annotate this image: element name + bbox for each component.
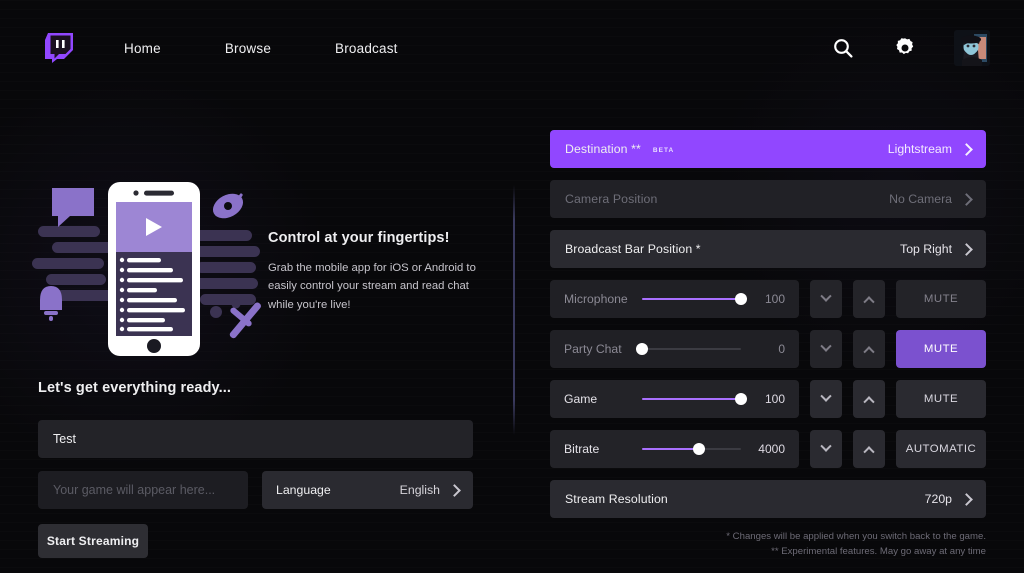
game-increase-button[interactable] [853,380,885,418]
avatar[interactable] [954,30,990,66]
slider-handle[interactable] [735,393,747,405]
chevron-up-icon [863,296,875,308]
microphone-increase-button[interactable] [853,280,885,318]
stream-title-input[interactable] [38,420,473,458]
nav-right-actions [830,20,990,76]
microphone-label: Microphone [564,292,628,306]
footnote-line-1: * Changes will be applied when you switc… [726,531,986,542]
broadcast-bar-position-row[interactable]: Broadcast Bar Position * Top Right [550,230,986,268]
party-chat-value: 0 [778,342,785,356]
beta-badge: BETA [652,146,675,154]
broadcast-bar-position-label: Broadcast Bar Position * [565,242,701,256]
stream-resolution-label: Stream Resolution [565,492,668,506]
chevron-down-icon [820,440,832,452]
nav-link-broadcast[interactable]: Broadcast [335,41,398,56]
stream-resolution-value: 720p [924,492,952,506]
microphone-slider-box[interactable]: Microphone 100 [550,280,799,318]
slider-fill [642,297,741,301]
bitrate-decrease-button[interactable] [810,430,842,468]
microphone-mute-button[interactable]: MUTE [896,280,986,318]
destination-label: Destination ** BETA [565,142,675,156]
slider-track [642,347,741,351]
mobile-phone-chat-illustration [30,180,290,356]
left-panel: Control at your fingertips! Grab the mob… [0,150,512,573]
game-slider[interactable] [642,390,747,408]
party-chat-slider[interactable] [636,340,741,358]
camera-position-value: No Camera [889,192,952,206]
game-input[interactable] [38,471,248,509]
twitch-logo-icon[interactable] [42,31,76,65]
promo-body: Grab the mobile app for iOS or Android t… [268,262,476,311]
bitrate-slider-box[interactable]: Bitrate 4000 [550,430,799,468]
slider-fill [642,447,700,451]
party-chat-slider-box[interactable]: Party Chat 0 [550,330,799,368]
panel-divider [513,185,515,435]
nav-link-browse[interactable]: Browse [225,41,271,56]
chevron-up-icon [863,346,875,358]
chevron-up-icon [863,446,875,458]
footnotes: * Changes will be applied when you switc… [726,530,986,560]
promo-heading: Control at your fingertips! [268,230,450,246]
microphone-value: 100 [764,292,785,306]
mixer-row-bitrate: Bitrate 4000 AUTOMATIC [550,430,986,468]
mixer-row-party-chat: Party Chat 0 MUTE [550,330,986,368]
chevron-down-icon [820,340,832,352]
broadcast-setup-screen: Home Browse Broadcast Control at your fi… [0,0,1024,573]
slider-handle[interactable] [693,443,706,455]
camera-position-row[interactable]: Camera Position No Camera [550,180,986,218]
destination-row[interactable]: Destination ** BETA Lightstream [550,130,986,168]
game-value: 100 [764,392,785,406]
settings-panel: Destination ** BETA Lightstream Camera P… [550,130,986,530]
broadcast-bar-position-value: Top Right [900,242,952,256]
game-label: Game [564,392,598,406]
nav-link-home[interactable]: Home [124,41,161,56]
chevron-right-icon [960,192,973,206]
party-chat-mute-button[interactable]: MUTE [896,330,986,368]
bitrate-slider[interactable] [642,440,741,458]
mixer-row-microphone: Microphone 100 MUTE [550,280,986,318]
slider-handle[interactable] [735,293,747,305]
party-chat-label: Party Chat [564,342,622,356]
slider-handle[interactable] [636,343,648,355]
bitrate-automatic-button[interactable]: AUTOMATIC [896,430,986,468]
party-chat-decrease-button[interactable] [810,330,842,368]
footnote-line-2: ** Experimental features. May go away at… [771,545,986,557]
camera-position-label: Camera Position [565,192,658,206]
party-chat-increase-button[interactable] [853,330,885,368]
language-row[interactable]: Language English [262,471,473,509]
microphone-decrease-button[interactable] [810,280,842,318]
chevron-right-icon [960,242,973,256]
bitrate-increase-button[interactable] [853,430,885,468]
nav-links: Home Browse Broadcast [124,41,462,56]
start-streaming-button[interactable]: Start Streaming [38,524,148,558]
chevron-down-icon [820,390,832,402]
microphone-slider[interactable] [642,290,747,308]
bitrate-value: 4000 [758,442,785,456]
chevron-right-icon [960,142,973,156]
game-slider-box[interactable]: Game 100 [550,380,799,418]
bitrate-label: Bitrate [564,442,600,456]
gear-icon[interactable] [892,35,918,61]
mixer-row-game: Game 100 MUTE [550,380,986,418]
language-value: English [399,483,440,497]
slider-fill [642,397,741,401]
promo-text-block: Control at your fingertips! Grab the mob… [268,230,483,314]
game-mute-button[interactable]: MUTE [896,380,986,418]
chevron-right-icon [960,492,973,506]
chevron-right-icon [448,483,461,497]
top-navigation-bar: Home Browse Broadcast [0,20,1024,76]
chevron-up-icon [863,396,875,408]
setup-heading: Let's get everything ready... [38,380,232,396]
destination-value: Lightstream [887,142,952,156]
chevron-down-icon [820,290,832,302]
search-icon[interactable] [830,35,856,61]
stream-resolution-row[interactable]: Stream Resolution 720p [550,480,986,518]
game-decrease-button[interactable] [810,380,842,418]
language-label: Language [276,483,331,497]
